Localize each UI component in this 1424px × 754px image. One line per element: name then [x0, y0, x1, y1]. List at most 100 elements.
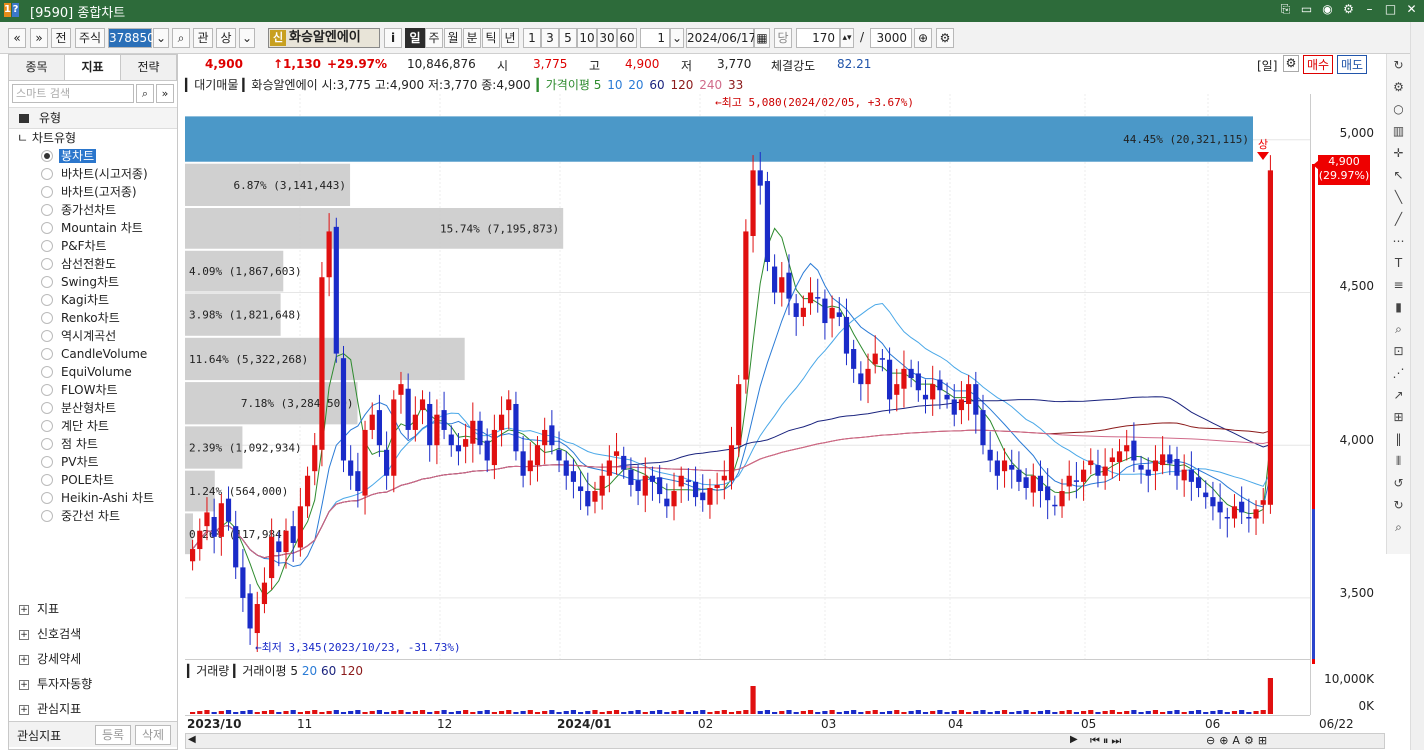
chart-type-item[interactable]: Kagi차트 [17, 291, 177, 309]
interval-10[interactable]: 10 [577, 28, 597, 48]
redo-icon[interactable]: ↻ [1387, 494, 1410, 516]
chart-scrollbar[interactable]: ◀ ▶ ⏮⏸⏭ ⊖⊕A⚙⊞ [185, 733, 1385, 749]
text-icon[interactable]: T [1387, 252, 1410, 274]
chart-type-item[interactable]: EquiVolume [17, 363, 177, 381]
zoom-area-icon[interactable]: ⊡ [1387, 340, 1410, 362]
interval-1[interactable]: 1 [523, 28, 541, 48]
expand-icon[interactable]: » [156, 84, 174, 103]
dropdown-button[interactable]: ⌄ [239, 28, 255, 48]
zoom-icon[interactable]: ⊕ [914, 28, 932, 48]
diagonal-icon[interactable]: ╱ [1387, 208, 1410, 230]
window-scrollbar[interactable] [1410, 22, 1424, 750]
grid-icon[interactable]: ⊞ [1387, 406, 1410, 428]
zoom-icon[interactable]: ⌕ [1387, 318, 1410, 340]
date-input[interactable]: 2024/06/17 [686, 28, 756, 48]
info-button[interactable]: i [384, 28, 402, 48]
chart-type-item[interactable]: 점 차트 [17, 435, 177, 453]
search-icon[interactable]: ⌕ [136, 84, 154, 103]
line-icon[interactable]: ╲ [1387, 186, 1410, 208]
period-year[interactable]: 년 [501, 28, 519, 48]
period-day[interactable]: 일 [405, 28, 425, 48]
bars-icon[interactable]: ⦀ [1387, 450, 1410, 472]
section-strength[interactable]: + 강세약세 [9, 647, 177, 672]
close-icon[interactable]: ✕ [1405, 3, 1418, 16]
fib-icon[interactable]: ≡ [1387, 274, 1410, 296]
code-dropdown[interactable]: ⌄ [153, 28, 169, 48]
nav-prev-button[interactable]: « [8, 28, 26, 48]
count-input[interactable]: 170 [796, 28, 840, 48]
sell-button[interactable]: 매도 [1337, 55, 1368, 74]
section-signal[interactable]: + 신호검색 [9, 622, 177, 647]
refresh-icon[interactable]: ↻ [1387, 54, 1410, 76]
tree-root[interactable]: ㄴ 차트유형 [17, 129, 177, 147]
camera-icon[interactable]: ◉ [1321, 3, 1334, 16]
calendar-icon[interactable]: ▦ [754, 28, 770, 48]
section-investor[interactable]: + 투자자동향 [9, 672, 177, 697]
gear-icon[interactable]: ⚙ [1387, 76, 1410, 98]
chart-type-item[interactable]: 계단 차트 [17, 417, 177, 435]
register-button[interactable]: 등록 [95, 725, 131, 745]
asset-type-select[interactable]: 주식 [75, 28, 105, 48]
chart-type-item[interactable]: P&F차트 [17, 237, 177, 255]
auto-icon[interactable]: ⋯ [1387, 230, 1410, 252]
chart-type-item[interactable]: 봉차트 [17, 147, 177, 165]
chart-icon[interactable]: ▥ [1387, 120, 1410, 142]
chart-type-item[interactable]: Renko차트 [17, 309, 177, 327]
interval-input[interactable]: 1 [640, 28, 670, 48]
interval-3[interactable]: 3 [541, 28, 559, 48]
smart-search-input[interactable]: 스마트 검색 [12, 84, 134, 103]
circle-icon[interactable]: ○ [1387, 98, 1410, 120]
btn-sang[interactable]: 상 [216, 28, 236, 48]
tab-stock[interactable]: 종목 [9, 55, 65, 80]
section-favorite[interactable]: + 관심지표 [9, 697, 177, 722]
tab-indicator[interactable]: 지표 [65, 55, 121, 80]
gear-icon[interactable]: ⚙ [936, 28, 954, 48]
count-stepper[interactable]: ▴▾ [840, 28, 854, 48]
tab-strategy[interactable]: 전략 [121, 55, 177, 80]
price-chart[interactable]: 44.45% (20,321,115) 6.87% (3,141,443) 15.7… [185, 94, 1310, 659]
chart-type-item[interactable]: CandleVolume [17, 345, 177, 363]
chart-type-item[interactable]: 분산형차트 [17, 399, 177, 417]
chart-type-item[interactable]: 역시계곡선 [17, 327, 177, 345]
type-header[interactable]: 유형 [9, 107, 177, 129]
crosshair-icon[interactable]: ✛ [1387, 142, 1410, 164]
max-count-input[interactable]: 3000 [870, 28, 912, 48]
period-week[interactable]: 주 [425, 28, 443, 48]
search-button[interactable]: ⌕ [172, 28, 190, 48]
chart-type-item[interactable]: FLOW차트 [17, 381, 177, 399]
market-select[interactable]: 전 [51, 28, 71, 48]
link-icon[interactable]: ⎘ [1279, 3, 1292, 16]
btn-gwan[interactable]: 관 [193, 28, 213, 48]
chart-type-item[interactable]: 바차트(고저종) [17, 183, 177, 201]
period-tick[interactable]: 틱 [482, 28, 500, 48]
minimize-icon[interactable]: – [1363, 3, 1376, 16]
fib-fan-icon[interactable]: ⋰ [1387, 362, 1410, 384]
layout-icon[interactable]: ▭ [1300, 3, 1313, 16]
settings-icon[interactable]: ⚙ [1342, 3, 1355, 16]
chart-type-item[interactable]: 중간선 차트 [17, 507, 177, 525]
section-indicator[interactable]: + 지표 [9, 597, 177, 622]
chart-type-item[interactable]: Swing차트 [17, 273, 177, 291]
buy-button[interactable]: 매수 [1303, 55, 1334, 74]
lines-icon[interactable]: ‖ [1387, 428, 1410, 450]
period-month[interactable]: 월 [444, 28, 462, 48]
nav-next-button[interactable]: » [30, 28, 48, 48]
bar-icon[interactable]: ▮ [1387, 296, 1410, 318]
chart-type-item[interactable]: 삼선전환도 [17, 255, 177, 273]
unit-button[interactable]: 당 [774, 28, 792, 48]
chart-type-item[interactable]: POLE차트 [17, 471, 177, 489]
search-icon[interactable]: ⌕ [1387, 516, 1410, 538]
interval-60[interactable]: 60 [617, 28, 637, 48]
maximize-icon[interactable]: □ [1384, 3, 1397, 16]
stock-code-input[interactable]: 378850 [108, 28, 155, 48]
interval-30[interactable]: 30 [597, 28, 617, 48]
chart-type-item[interactable]: 종가선차트 [17, 201, 177, 219]
interval-dropdown[interactable]: ⌄ [670, 28, 684, 48]
pointer-icon[interactable]: ↖ [1387, 164, 1410, 186]
period-minute[interactable]: 분 [463, 28, 481, 48]
chart-type-item[interactable]: PV차트 [17, 453, 177, 471]
chart-type-item[interactable]: Mountain 차트 [17, 219, 177, 237]
delete-button[interactable]: 삭제 [135, 725, 171, 745]
chart-type-item[interactable]: 바차트(시고저종) [17, 165, 177, 183]
gear-icon[interactable]: ⚙ [1283, 55, 1299, 72]
